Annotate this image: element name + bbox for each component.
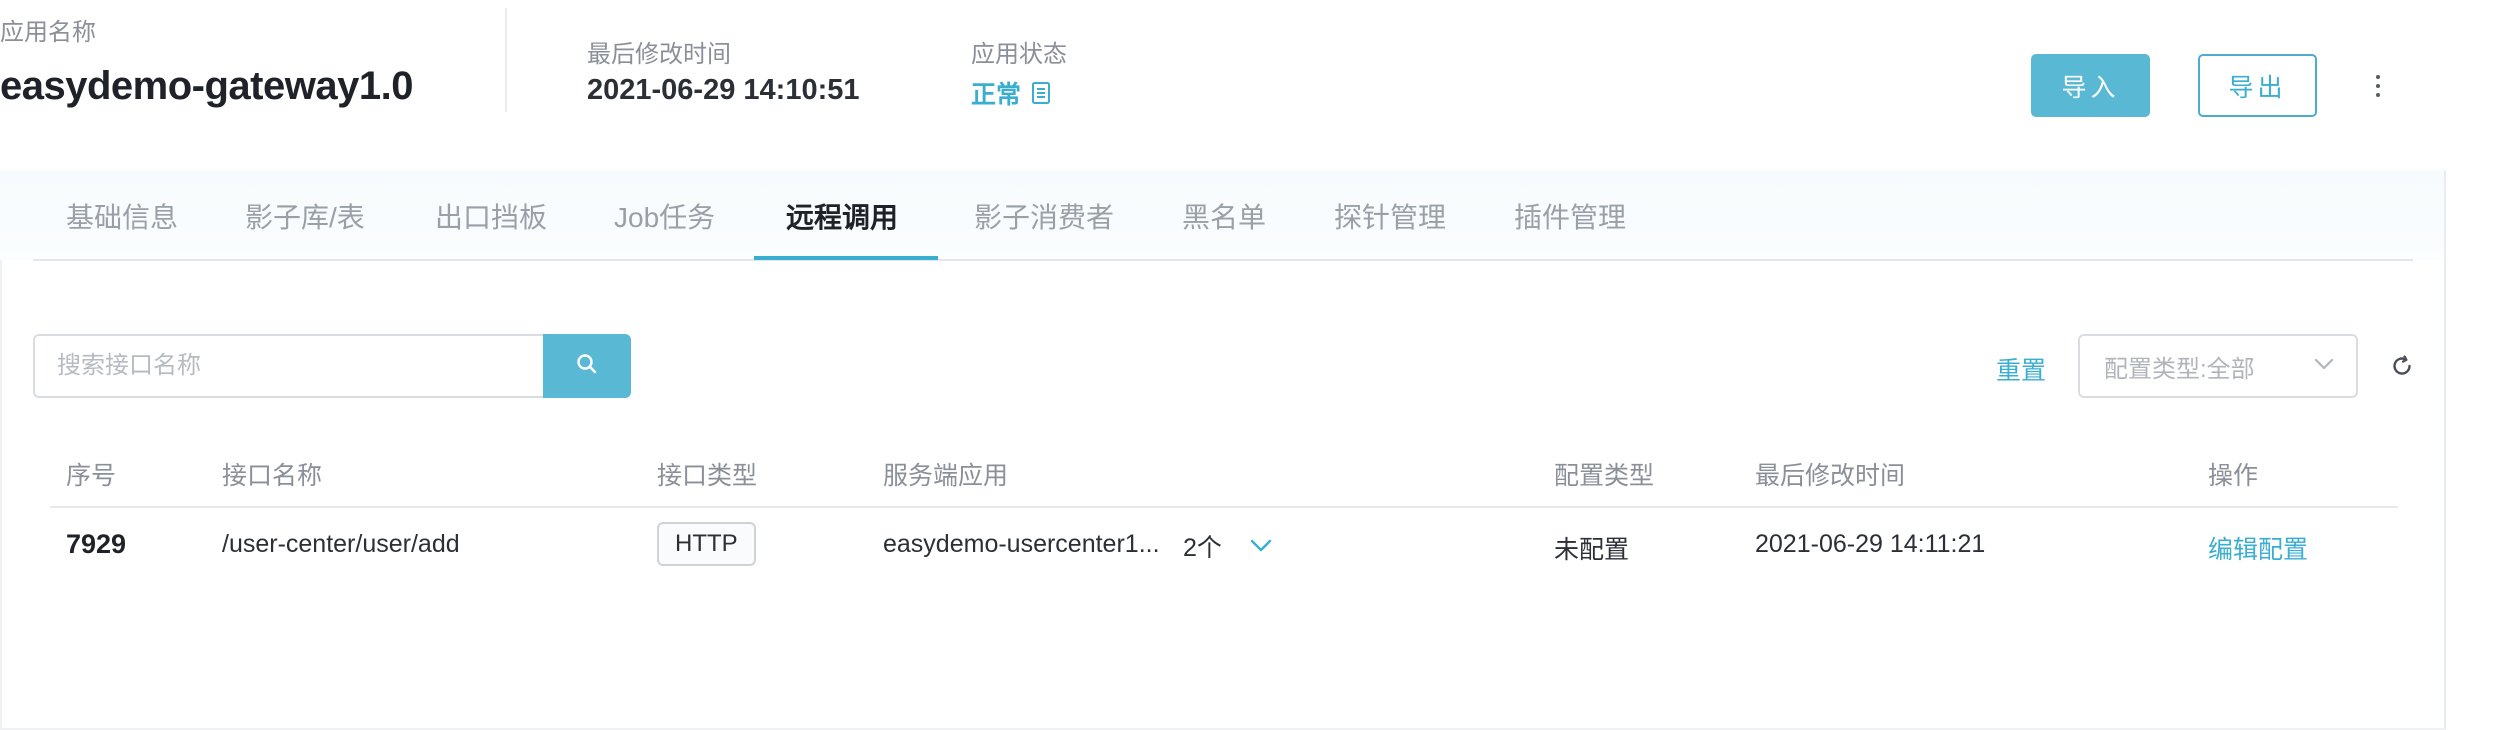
edit-config-link[interactable]: 编辑配置 [2208,530,2308,566]
tab-shadow-db[interactable]: 影子库/表 [245,196,365,236]
status-label: 应用状态 [971,41,1067,68]
export-button[interactable]: 导出 [2198,54,2317,117]
app-name: easydemo-gateway1.0 [0,64,413,108]
last-modified-label: 最后修改时间 [587,41,731,68]
row-last-modified: 2021-06-29 14:11:21 [1755,530,1986,558]
document-icon[interactable] [1031,81,1051,105]
config-type-select-value: 配置类型:全部 [2104,355,2255,383]
column-header-actions: 操作 [2208,462,2259,490]
import-button[interactable]: 导入 [2031,54,2150,117]
server-app-count: 2个 [1183,528,1272,564]
row-server-app: easydemo-usercenter1... [883,530,1160,558]
row-interface-name: /user-center/user/add [222,530,460,558]
tab-plugin-management[interactable]: 插件管理 [1514,196,1626,236]
tab-shadow-consumer[interactable]: 影子消费者 [974,196,1114,236]
row-config-type: 未配置 [1554,536,1630,564]
column-header-index: 序号 [66,462,117,490]
tab-remote-call[interactable]: 远程调用 [786,196,898,236]
tab-blacklist[interactable]: 黑名单 [1182,196,1266,236]
app-name-label: 应用名称 [0,19,96,46]
more-vertical-icon[interactable] [2366,66,2390,106]
search-icon [576,353,598,380]
chevron-down-icon[interactable] [1250,539,1272,553]
status-text: 正常 [971,81,1022,109]
column-header-server-app: 服务端应用 [883,462,1009,490]
last-modified-value: 2021-06-29 14:10:51 [587,74,860,106]
search-input[interactable] [33,334,543,398]
tab-job-task[interactable]: Job任务 [614,196,715,236]
search-button[interactable] [543,334,631,398]
column-header-last-modified: 最后修改时间 [1755,462,1906,490]
server-app-count-text: 2个 [1183,534,1222,562]
column-header-interface-type: 接口类型 [657,462,758,490]
tab-basic-info[interactable]: 基础信息 [66,196,178,236]
status-value: 正常 [971,75,1051,111]
tab-probe-management[interactable]: 探针管理 [1334,196,1446,236]
tabs-divider [33,259,2413,261]
config-type-select[interactable]: 配置类型:全部 [2078,334,2358,398]
header-divider [505,8,507,112]
refresh-icon[interactable] [2390,354,2414,378]
tab-outbound-mock[interactable]: 出口挡板 [435,196,547,236]
interface-type-tag: HTTP [657,522,756,566]
reset-button[interactable]: 重置 [1996,351,2046,387]
active-tab-indicator [754,256,938,260]
column-header-config-type: 配置类型 [1554,462,1655,490]
chevron-down-icon [2314,357,2334,375]
column-header-interface-name: 接口名称 [222,462,323,490]
row-index: 7929 [66,529,127,559]
table-header-divider [50,506,2398,508]
